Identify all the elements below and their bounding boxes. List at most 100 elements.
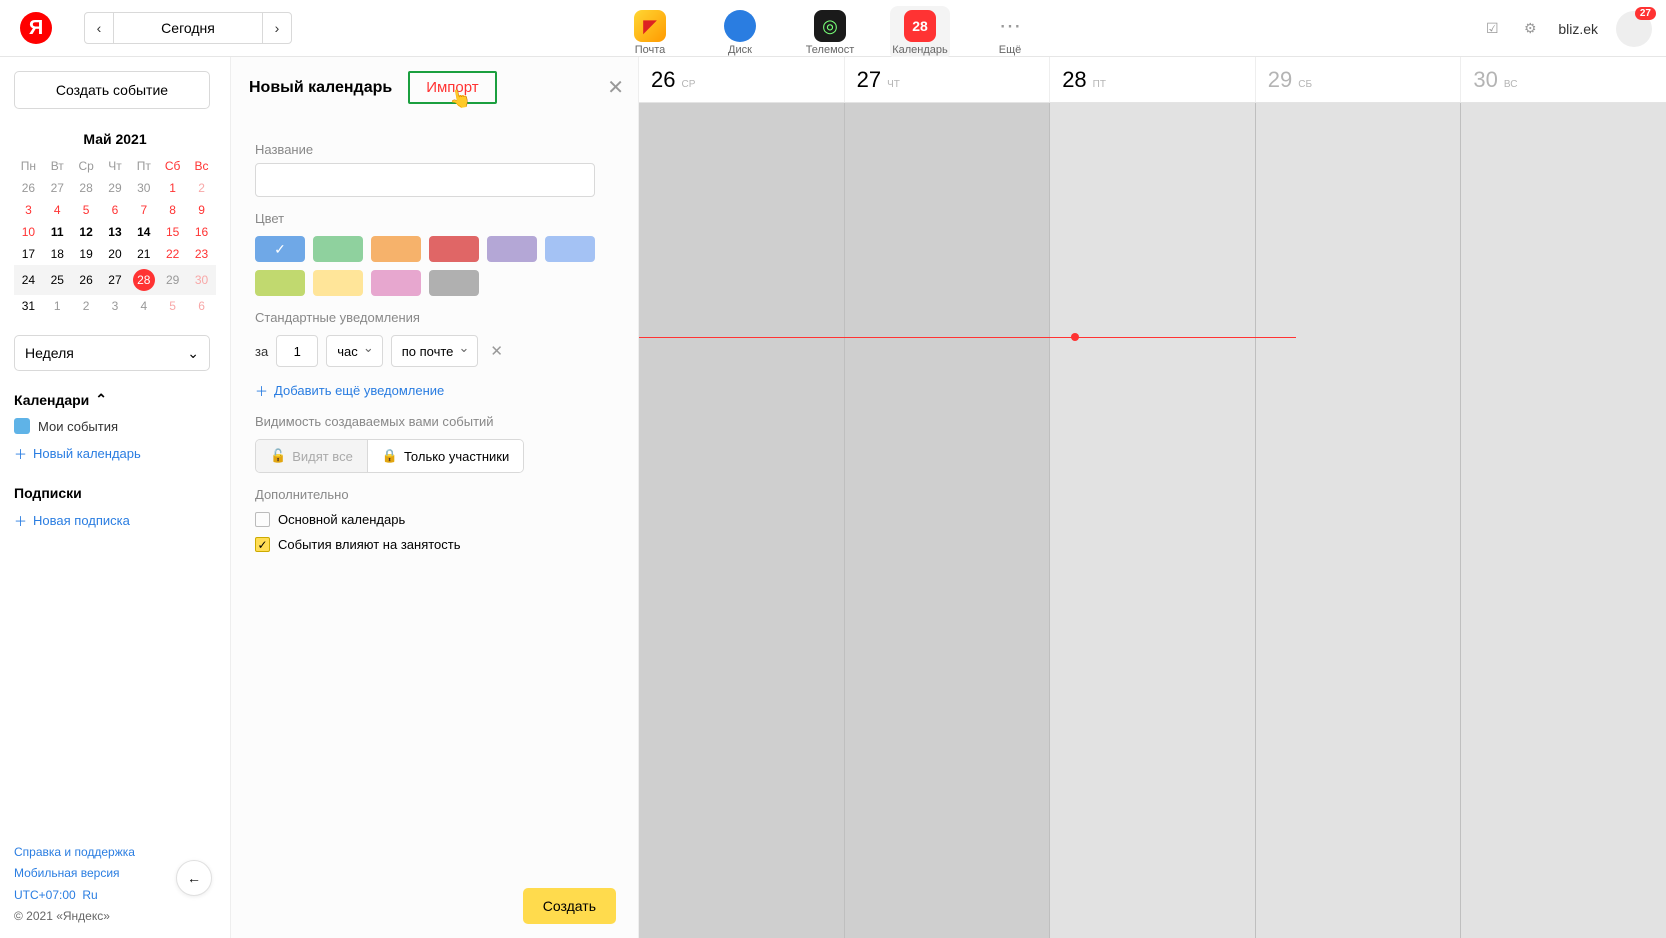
create-button[interactable]: Создать [523, 888, 616, 924]
mini-cal-day[interactable]: 7 [129, 199, 158, 221]
mini-cal-day[interactable]: 6 [187, 295, 216, 317]
calendar-name-input[interactable] [255, 163, 595, 197]
notif-method-select[interactable]: по почте [391, 335, 479, 367]
mini-cal-day[interactable]: 22 [158, 243, 187, 265]
mini-cal-day[interactable]: 29 [158, 265, 187, 295]
service-mail[interactable]: ◤Почта [620, 6, 680, 56]
add-notification-link[interactable]: ＋Добавить ещё уведомление [255, 381, 614, 400]
tab-new-calendar[interactable]: Новый календарь [249, 79, 392, 97]
mini-cal-day[interactable]: 28 [129, 265, 158, 295]
notif-unit-select[interactable]: час [326, 335, 383, 367]
new-calendar-link[interactable]: ＋Новый календарь [14, 444, 216, 463]
color-swatch[interactable] [313, 270, 363, 296]
mini-cal-day[interactable]: 1 [158, 177, 187, 199]
lang-link[interactable]: Ru [82, 888, 97, 902]
color-swatch[interactable] [313, 236, 363, 262]
day-header[interactable]: 26СР [639, 57, 844, 102]
checkbox-affects-busy[interactable]: ✓События влияют на занятость [255, 537, 614, 552]
mini-cal-day[interactable]: 19 [72, 243, 101, 265]
mini-cal-day[interactable]: 27 [43, 177, 72, 199]
create-event-button[interactable]: Создать событие [14, 71, 210, 109]
mini-cal-day[interactable]: 3 [14, 199, 43, 221]
mini-cal-day[interactable]: 14 [129, 221, 158, 243]
today-button[interactable]: Сегодня [114, 12, 262, 44]
service-more[interactable]: ⋯Ещё [980, 6, 1040, 56]
mini-cal-day[interactable]: 26 [72, 265, 101, 295]
mini-cal-day[interactable]: 15 [158, 221, 187, 243]
mini-cal-day[interactable]: 30 [187, 265, 216, 295]
new-subscription-link[interactable]: ＋Новая подписка [14, 511, 216, 530]
mini-cal-day[interactable]: 10 [14, 221, 43, 243]
tasks-icon[interactable]: ☑ [1482, 19, 1502, 39]
calendar-item-my-events[interactable]: Мои события [14, 418, 216, 434]
mini-cal-day[interactable]: 24 [14, 265, 43, 295]
view-select[interactable]: Неделя ⌄ [14, 335, 210, 371]
color-swatch[interactable] [371, 236, 421, 262]
visibility-participants[interactable]: 🔒Только участники [367, 440, 523, 472]
week-grid[interactable] [639, 57, 1666, 938]
color-swatch[interactable] [487, 236, 537, 262]
avatar[interactable]: 27 [1616, 11, 1652, 47]
tz-link[interactable]: UTC+07:00 [14, 888, 76, 902]
mini-cal-day[interactable]: 2 [72, 295, 101, 317]
close-icon[interactable]: ✕ [607, 75, 624, 100]
mini-cal-day[interactable]: 25 [43, 265, 72, 295]
prev-button[interactable]: ‹ [84, 12, 114, 44]
gear-icon[interactable]: ⚙ [1520, 19, 1540, 39]
tab-import[interactable]: Импорт [408, 71, 496, 104]
mini-cal-day[interactable]: 4 [43, 199, 72, 221]
mini-cal-day[interactable]: 31 [14, 295, 43, 317]
now-dot [1071, 333, 1079, 341]
mini-cal-day[interactable]: 27 [101, 265, 130, 295]
mini-cal-day[interactable]: 2 [187, 177, 216, 199]
collapse-sidebar-button[interactable]: ← [176, 860, 212, 896]
notif-value-input[interactable] [276, 335, 318, 367]
mini-cal-day[interactable]: 11 [43, 221, 72, 243]
day-header[interactable]: 27ЧТ [844, 57, 1050, 102]
mini-cal-day[interactable]: 3 [101, 295, 130, 317]
day-header[interactable]: 30ВС [1460, 57, 1666, 102]
mini-cal-day[interactable]: 21 [129, 243, 158, 265]
mini-cal-day[interactable]: 4 [129, 295, 158, 317]
yandex-logo[interactable]: Я [20, 12, 52, 44]
mini-cal-day[interactable]: 5 [72, 199, 101, 221]
calendars-heading[interactable]: Календари ⌃ [14, 391, 216, 408]
mini-cal-day[interactable]: 9 [187, 199, 216, 221]
mini-cal-day[interactable]: 16 [187, 221, 216, 243]
color-swatch[interactable] [545, 236, 595, 262]
day-header[interactable]: 28ПТ [1049, 57, 1255, 102]
service-disk[interactable]: Диск [710, 6, 770, 56]
mini-cal-day[interactable]: 17 [14, 243, 43, 265]
user-name[interactable]: bliz.ek [1558, 21, 1598, 37]
mini-cal-day[interactable]: 30 [129, 177, 158, 199]
mini-cal-day[interactable]: 1 [43, 295, 72, 317]
color-swatch[interactable] [255, 236, 305, 262]
weekday-header: Вс [187, 155, 216, 177]
day-header[interactable]: 29СБ [1255, 57, 1461, 102]
notif-remove-icon[interactable]: ✕ [490, 342, 503, 360]
mini-cal-day[interactable]: 18 [43, 243, 72, 265]
service-telemost[interactable]: ◎Телемост [800, 6, 860, 56]
mini-cal-day[interactable]: 28 [72, 177, 101, 199]
mini-cal-day[interactable]: 12 [72, 221, 101, 243]
mini-cal-day[interactable]: 20 [101, 243, 130, 265]
mini-cal-day[interactable]: 8 [158, 199, 187, 221]
mini-cal-day[interactable]: 6 [101, 199, 130, 221]
mobile-link[interactable]: Мобильная версия [14, 863, 135, 885]
service-calendar[interactable]: 28Календарь [890, 6, 950, 60]
mini-cal-day[interactable]: 5 [158, 295, 187, 317]
next-button[interactable]: › [262, 12, 292, 44]
color-swatch[interactable] [429, 236, 479, 262]
mini-cal-day[interactable]: 23 [187, 243, 216, 265]
color-swatch[interactable] [371, 270, 421, 296]
mini-calendar[interactable]: ПнВтСрЧтПтСбВс 2627282930123456789101112… [14, 155, 216, 317]
mini-cal-day[interactable]: 29 [101, 177, 130, 199]
visibility-all[interactable]: 🔓Видят все [256, 440, 367, 472]
help-link[interactable]: Справка и поддержка [14, 842, 135, 864]
checkbox-main-calendar[interactable]: Основной календарь [255, 512, 614, 527]
calendar-item-label: Мои события [38, 419, 118, 434]
color-swatch[interactable] [429, 270, 479, 296]
color-swatch[interactable] [255, 270, 305, 296]
mini-cal-day[interactable]: 26 [14, 177, 43, 199]
mini-cal-day[interactable]: 13 [101, 221, 130, 243]
